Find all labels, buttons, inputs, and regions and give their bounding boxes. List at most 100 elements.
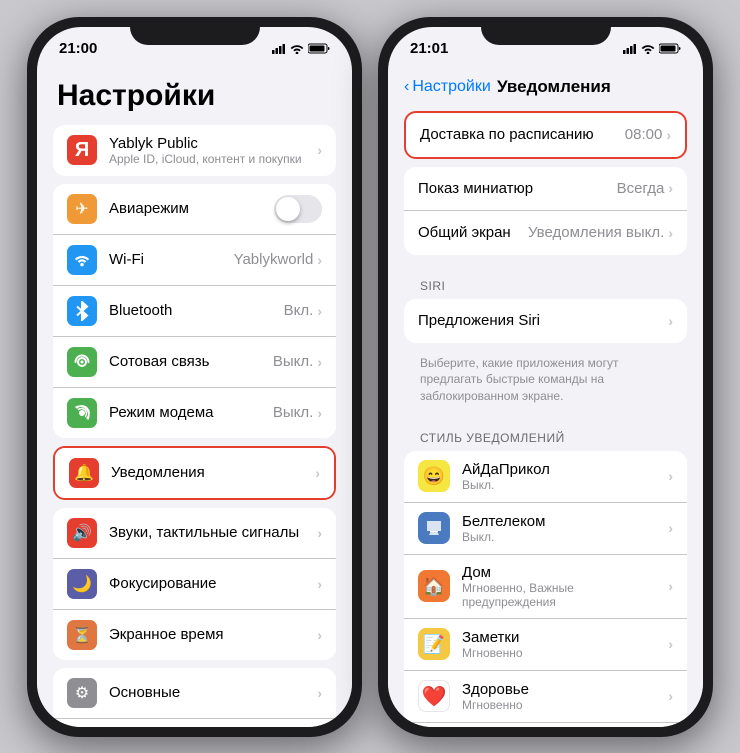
settings-title: Настройки [37,71,352,125]
sounds-item[interactable]: 🔊 Звуки, тактильные сигналы › [53,508,336,559]
app-item-0[interactable]: 😄 АйДаПрикол Выкл. › [404,451,687,503]
cellular-icon [67,347,97,377]
sounds-label: Звуки, тактильные сигналы [109,524,299,541]
screen-share-item[interactable]: Общий экран Уведомления выкл. › [404,211,687,255]
app-sub-2: Мгновенно, Важные предупреждения [462,581,668,609]
wifi-icon-right [641,43,655,54]
back-chevron: ‹ [404,78,409,96]
wifi-svg [73,253,91,267]
signal-icon-right [623,43,637,54]
app-text-3: Заметки Мгновенно [462,629,668,660]
schedule-label: Доставка по расписанию [420,126,625,143]
thumbnails-item[interactable]: Показ миниатюр Всегда › [404,167,687,211]
focus-chevron: › [317,576,322,592]
notch-right [481,17,611,45]
schedule-item[interactable]: Доставка по расписанию 08:00 › [406,113,685,157]
app-sub-4: Мгновенно [462,698,668,712]
focus-icon: 🌙 [67,569,97,599]
siri-chevron: › [668,313,673,329]
hotspot-label: Режим модема [109,404,214,421]
app-text-4: Здоровье Мгновенно [462,681,668,712]
bluetooth-icon [67,296,97,326]
status-icons-left [272,43,330,54]
app-name-4: Здоровье [462,681,668,698]
nav-title: Уведомления [491,77,617,97]
wifi-icon [290,43,304,54]
siri-header: SIRI [388,263,703,299]
app-name-3: Заметки [462,629,668,646]
app-chevron-0: › [668,468,673,484]
cellular-svg [73,353,91,371]
general-section: ⚙ Основные › ⊞ Пункт управления › AA Экр… [53,668,336,727]
connectivity-item-0[interactable]: ✈ Авиарежим [53,184,336,235]
app-icon-4: ❤️ [418,680,450,712]
app-sub-1: Выкл. [462,530,668,544]
wifi-value: Yablykworld [234,251,314,268]
hotspot-value: Выкл. [273,404,313,421]
yablyk-item[interactable]: Я Yablyk Public Apple ID, iCloud, контен… [53,125,336,176]
nav-back-button[interactable]: ‹ Настройки [404,78,491,96]
status-time-right: 21:01 [410,40,448,57]
notifications-chevron: › [315,465,320,481]
left-screen: 21:00 Настройки Я Yablyk Public Apple ID… [37,27,352,727]
display-options-section: Показ миниатюр Всегда › Общий экран Увед… [404,167,687,255]
sounds-section: 🔊 Звуки, тактильные сигналы › 🌙 Фокусиро… [53,508,336,660]
screen-share-chevron: › [668,225,673,241]
connectivity-item-2[interactable]: Bluetooth Вкл.› [53,286,336,337]
right-screen-content: Доставка по расписанию 08:00 › Показ мин… [388,111,703,727]
focus-item[interactable]: 🌙 Фокусирование › [53,559,336,610]
battery-icon [308,43,330,54]
sounds-chevron: › [317,525,322,541]
general-label: Основные [109,684,180,701]
screentime-item[interactable]: ⏳ Экранное время › [53,610,336,660]
app-sub-0: Выкл. [462,478,668,492]
connectivity-item-1[interactable]: Wi-Fi Yablykworld› [53,235,336,286]
general-item[interactable]: ⚙ Основные › [53,668,336,719]
app-icon-0: 😄 [418,460,450,492]
notifications-section: 🔔 Уведомления › [53,446,336,500]
screen-share-label: Общий экран [418,224,528,241]
app-name-1: Белтелеком [462,513,668,530]
schedule-section: Доставка по расписанию 08:00 › [404,111,687,159]
battery-icon-right [659,43,681,54]
connectivity-item-3[interactable]: Сотовая связь Выкл.› [53,337,336,388]
controlcenter-item[interactable]: ⊞ Пункт управления › [53,719,336,727]
screen-share-value: Уведомления выкл. [528,224,664,241]
app-item-3[interactable]: 📝 Заметки Мгновенно › [404,619,687,671]
app-item-4[interactable]: ❤️ Здоровье Мгновенно › [404,671,687,723]
airplane-toggle[interactable] [274,195,322,223]
app-text-0: АйДаПрикол Выкл. [462,461,668,492]
screentime-label: Экранное время [109,626,224,643]
hotspot-icon [67,398,97,428]
airplane-label: Авиарежим [109,200,189,217]
app-item-2[interactable]: 🏠 Дом Мгновенно, Важные предупреждения › [404,555,687,619]
bt-svg [74,301,90,321]
app-name-0: АйДаПрикол [462,461,668,478]
focus-label: Фокусирование [109,575,217,592]
thumbnails-label: Показ миниатюр [418,180,617,197]
siri-suggestions-label: Предложения Siri [418,312,668,329]
bluetooth-value: Вкл. [284,302,314,319]
yablyk-chevron: › [317,142,322,158]
beltelecom-svg [423,517,445,539]
notifications-item[interactable]: 🔔 Уведомления › [55,448,334,498]
app-item-1[interactable]: Белтелеком Выкл. › [404,503,687,555]
wifi-item-icon [67,245,97,275]
app-item-5[interactable]: 📅 Календарь по расписанию › [404,723,687,727]
left-phone: 21:00 Настройки Я Yablyk Public Apple ID… [27,17,362,737]
general-icon: ⚙ [67,678,97,708]
app-chevron-2: › [668,578,673,594]
status-icons-right [623,43,681,54]
app-text-1: Белтелеком Выкл. [462,513,668,544]
app-icon-3: 📝 [418,628,450,660]
siri-section: Предложения Siri › [404,299,687,343]
apps-section: 😄 АйДаПрикол Выкл. › Белтелеком Выкл. [404,451,687,727]
right-screen: 21:01 ‹ Настройки Уведомления Доставка п… [388,27,703,727]
schedule-chevron: › [666,127,671,143]
siri-description: Выберите, какие приложения могут предлаг… [388,351,703,415]
nav-bar-right: ‹ Настройки Уведомления [388,71,703,111]
siri-suggestions-item[interactable]: Предложения Siri › [404,299,687,343]
status-time-left: 21:00 [59,40,97,57]
app-name-2: Дом [462,564,668,581]
connectivity-item-4[interactable]: Режим модема Выкл.› [53,388,336,438]
